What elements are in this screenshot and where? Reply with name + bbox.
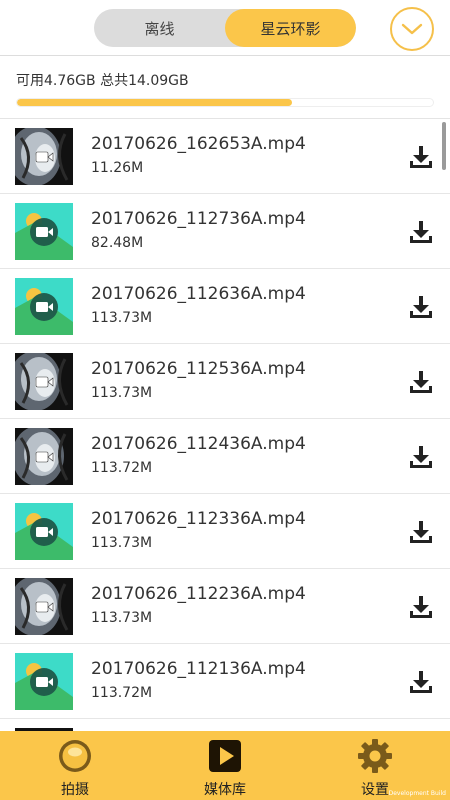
- scrollbar[interactable]: [442, 122, 446, 170]
- file-row[interactable]: 20170626_112736A.mp4 82.48M: [0, 194, 450, 269]
- tab-media-library-label: 媒体库: [204, 782, 246, 798]
- video-thumbnail[interactable]: [15, 278, 73, 335]
- source-switch: 离线 星云环影: [94, 9, 356, 47]
- download-icon[interactable]: [408, 144, 434, 170]
- file-row[interactable]: 20170626_112636A.mp4 113.73M: [0, 269, 450, 344]
- storage-progress-bar: [16, 98, 434, 107]
- download-icon[interactable]: [408, 519, 434, 545]
- file-size: 82.48M: [91, 235, 144, 251]
- play-icon: [206, 737, 244, 775]
- file-size: 113.72M: [91, 685, 153, 701]
- file-name: 20170626_112536A.mp4: [91, 359, 306, 379]
- file-size: 113.73M: [91, 385, 153, 401]
- file-row[interactable]: 20170626_112236A.mp4 113.73M: [0, 569, 450, 644]
- file-name: 20170626_112236A.mp4: [91, 584, 306, 604]
- tab-settings-label: 设置: [361, 782, 389, 798]
- download-icon[interactable]: [408, 669, 434, 695]
- file-row[interactable]: 20170626_112536A.mp4 113.73M: [0, 344, 450, 419]
- tab-media-library[interactable]: 媒体库: [150, 731, 300, 800]
- top-bar: 离线 星云环影: [0, 0, 450, 56]
- file-size: 113.72M: [91, 460, 153, 476]
- video-thumbnail[interactable]: [15, 653, 73, 710]
- file-size: 113.73M: [91, 535, 153, 551]
- file-name: 20170626_112736A.mp4: [91, 209, 306, 229]
- tab-offline[interactable]: 离线: [94, 9, 225, 47]
- file-row[interactable]: 20170626_162653A.mp4 11.26M: [0, 119, 450, 194]
- download-icon[interactable]: [408, 594, 434, 620]
- video-thumbnail[interactable]: [15, 353, 73, 410]
- file-name: 20170626_112636A.mp4: [91, 284, 306, 304]
- video-thumbnail[interactable]: [15, 428, 73, 485]
- download-icon[interactable]: [408, 444, 434, 470]
- storage-text: 可用4.76GB 总共14.09GB: [16, 73, 189, 89]
- tab-capture-label: 拍摄: [61, 782, 89, 798]
- storage-info: 可用4.76GB 总共14.09GB: [0, 56, 450, 118]
- file-name: 20170626_112436A.mp4: [91, 434, 306, 454]
- file-row[interactable]: 20170626_112436A.mp4 113.72M: [0, 419, 450, 494]
- file-size: 113.73M: [91, 310, 153, 326]
- watermark: Development Build: [388, 790, 446, 797]
- video-thumbnail[interactable]: [15, 203, 73, 260]
- chevron-down-icon: [401, 23, 423, 35]
- download-icon[interactable]: [408, 369, 434, 395]
- download-icon[interactable]: [408, 294, 434, 320]
- file-row[interactable]: 20170626_112336A.mp4 113.73M: [0, 494, 450, 569]
- camera-lens-icon: [56, 737, 94, 775]
- file-size: 11.26M: [91, 160, 144, 176]
- dropdown-button[interactable]: [390, 7, 434, 51]
- gear-icon: [356, 737, 394, 775]
- file-name: 20170626_162653A.mp4: [91, 134, 306, 154]
- video-thumbnail[interactable]: [15, 503, 73, 560]
- storage-progress-fill: [17, 99, 293, 106]
- tab-nebula[interactable]: 星云环影: [225, 9, 356, 47]
- file-name: 20170626_112136A.mp4: [91, 659, 306, 679]
- video-thumbnail[interactable]: [15, 128, 73, 185]
- file-row-partial[interactable]: [0, 719, 450, 731]
- file-list[interactable]: 20170626_162653A.mp4 11.26M 20170626_11273…: [0, 118, 450, 731]
- video-thumbnail[interactable]: [15, 578, 73, 635]
- file-name: 20170626_112336A.mp4: [91, 509, 306, 529]
- tab-capture[interactable]: 拍摄: [0, 731, 150, 800]
- download-icon[interactable]: [408, 219, 434, 245]
- bottom-tab-bar: 拍摄 媒体库 设置: [0, 731, 450, 800]
- file-size: 113.73M: [91, 610, 153, 626]
- file-row[interactable]: 20170626_112136A.mp4 113.72M: [0, 644, 450, 719]
